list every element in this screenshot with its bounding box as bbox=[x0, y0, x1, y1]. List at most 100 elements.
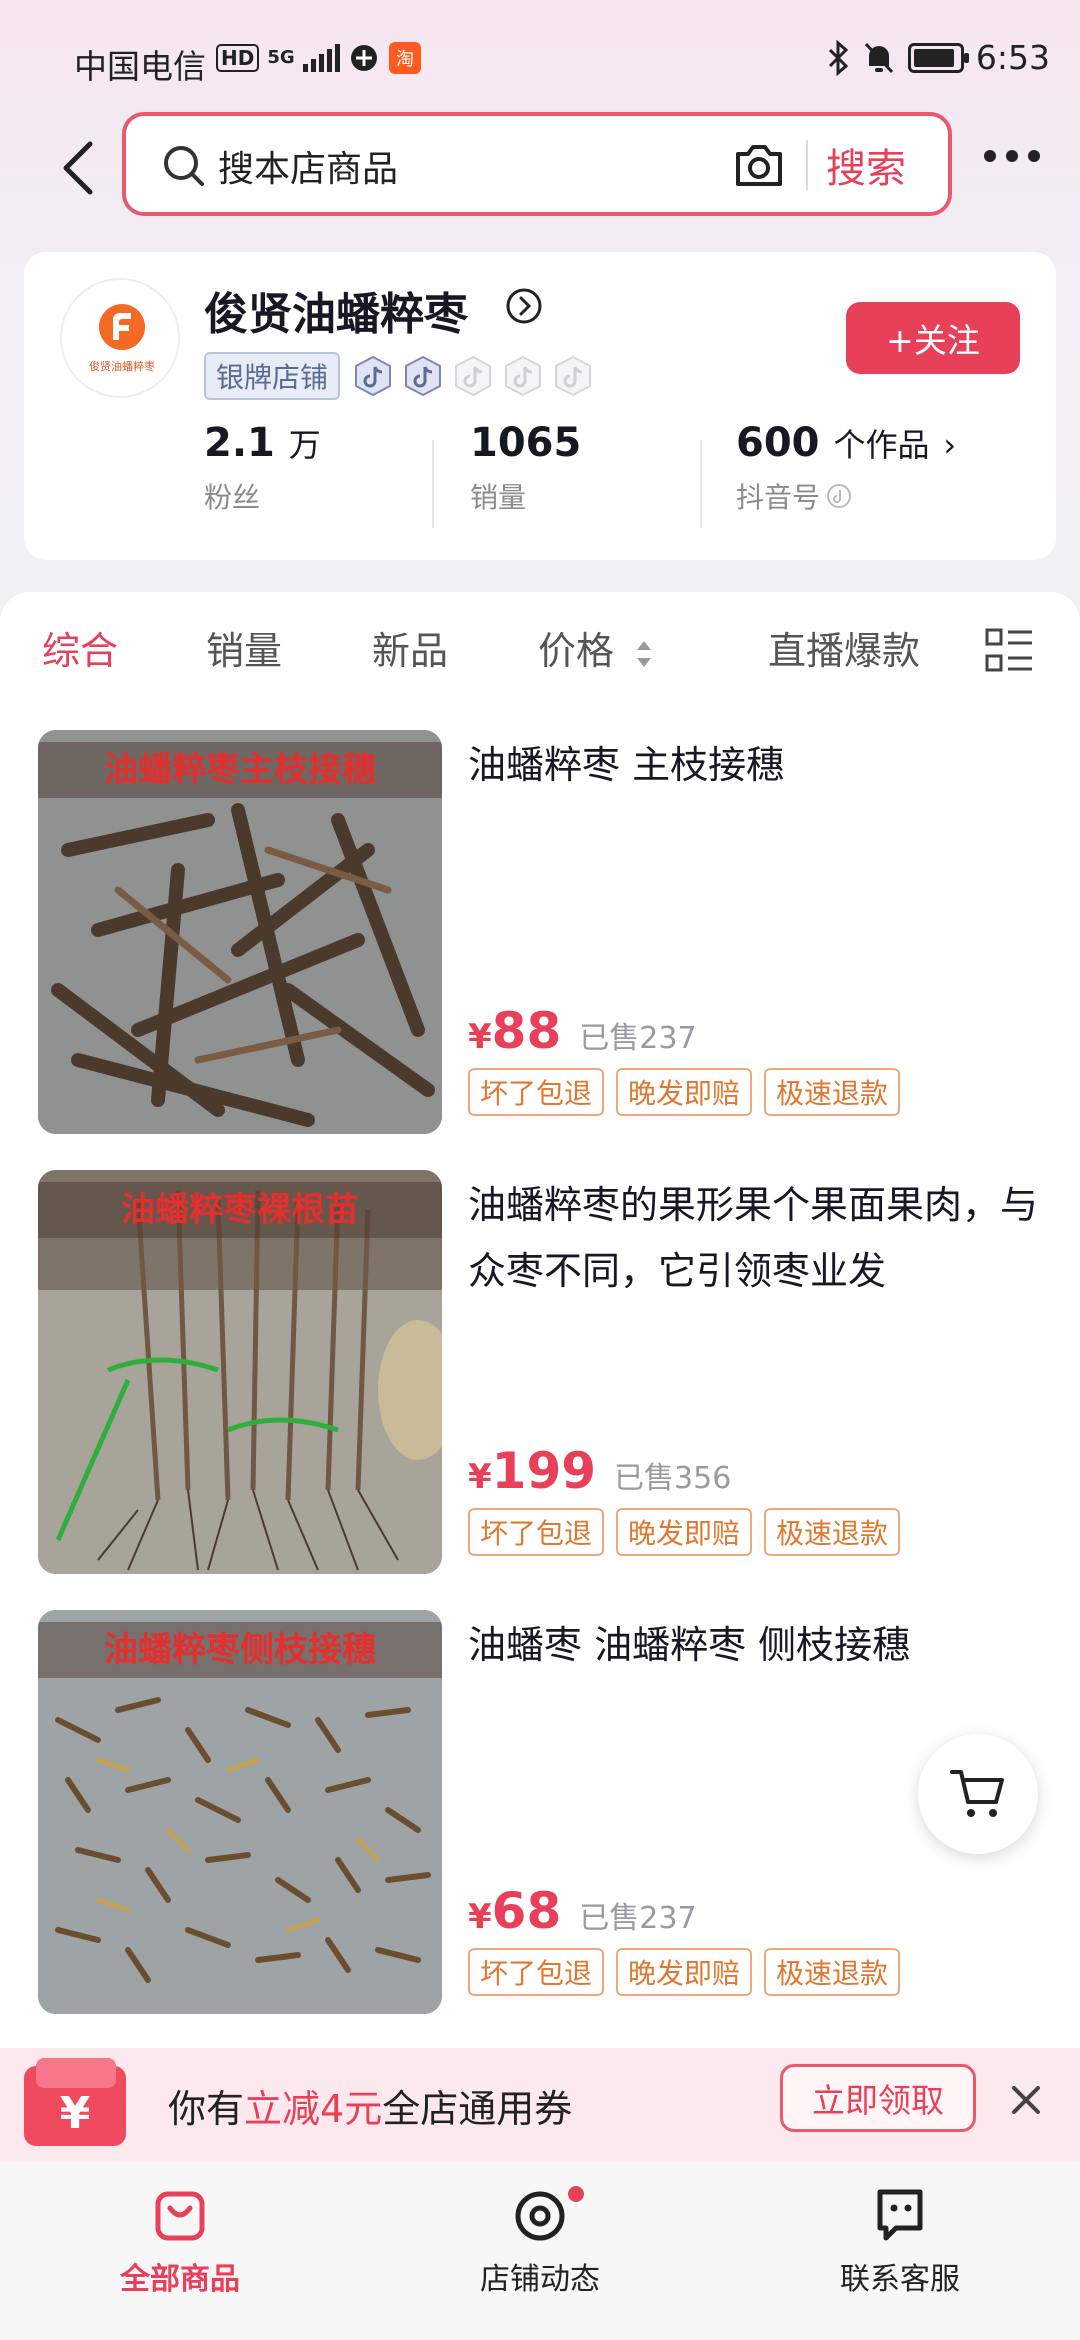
product-list-panel: 综合 销量 新品 价格 直播爆款 油蟠粹枣主枝接穗 油蟠粹枣 主枝接穗 ¥88 … bbox=[0, 592, 1080, 2052]
coupon-banner: ¥ 你有立减4元全店通用券 立即领取 bbox=[0, 2048, 1080, 2162]
claim-coupon-button[interactable]: 立即领取 bbox=[780, 2064, 976, 2132]
works-unit: 个作品 bbox=[833, 426, 930, 464]
close-icon[interactable] bbox=[1006, 2080, 1046, 2120]
shop-avatar[interactable]: 俊贤油蟠粹枣 bbox=[60, 278, 180, 398]
douyin-medal-empty-icon bbox=[455, 355, 492, 397]
product-price: ¥199 bbox=[468, 1442, 596, 1500]
cart-button[interactable] bbox=[918, 1734, 1038, 1854]
service-tags: 坏了包退 晚发即赔 极速退款 bbox=[468, 1068, 901, 1116]
price-value: 199 bbox=[491, 1442, 597, 1500]
search-bar[interactable]: 搜本店商品 搜索 bbox=[122, 112, 952, 216]
product-item[interactable]: 油蟠粹枣侧枝接穗 油蟠枣 油蟠粹枣 侧枝接穗 ¥68 已售237 坏了包退 晚发… bbox=[0, 1610, 1080, 2020]
nav-contact-service[interactable]: 联系客服 bbox=[780, 2184, 1020, 2298]
tag-return-if-broken: 坏了包退 bbox=[468, 1508, 605, 1556]
follow-button[interactable]: +关注 bbox=[846, 302, 1020, 374]
sales-label: 销量 bbox=[470, 481, 527, 514]
fans-value: 2.1 bbox=[204, 420, 275, 466]
svg-text:¥: ¥ bbox=[60, 2088, 91, 2139]
product-image[interactable]: 油蟠粹枣裸根苗 bbox=[38, 1170, 442, 1574]
search-input[interactable]: 搜本店商品 bbox=[218, 140, 398, 192]
tag-return-if-broken: 坏了包退 bbox=[468, 1068, 605, 1116]
back-arrow-icon[interactable] bbox=[54, 138, 104, 198]
price-value: 68 bbox=[491, 1882, 562, 1940]
product-item[interactable]: 油蟠粹枣裸根苗 油蟠粹枣的果形果个果面果肉，与众枣不同，它引领枣业发 ¥199 … bbox=[0, 1170, 1080, 1580]
product-title[interactable]: 油蟠枣 油蟠粹枣 侧枝接穗 bbox=[468, 1612, 1048, 1678]
coupon-suffix: 全店通用券 bbox=[382, 2087, 573, 2131]
nav-all-products-label: 全部商品 bbox=[120, 2262, 240, 2297]
tag-fast-refund: 极速退款 bbox=[764, 1068, 901, 1116]
tab-comprehensive[interactable]: 综合 bbox=[42, 620, 118, 675]
tag-fast-refund: 极速退款 bbox=[764, 1508, 901, 1556]
product-image-caption: 油蟠粹枣主枝接穗 bbox=[38, 742, 442, 798]
product-image[interactable]: 油蟠粹枣主枝接穗 bbox=[38, 730, 442, 1134]
product-image[interactable]: 油蟠粹枣侧枝接穗 bbox=[38, 1610, 442, 2014]
stat-divider bbox=[432, 440, 434, 528]
tab-price[interactable]: 价格 bbox=[538, 620, 654, 675]
nav-shop-updates-label: 店铺动态 bbox=[480, 2262, 600, 2297]
carrier-label: 中国电信 bbox=[74, 47, 206, 86]
hd-badge: HD bbox=[216, 44, 260, 72]
douyin-medal-icon bbox=[355, 355, 392, 397]
product-price: ¥88 bbox=[468, 1002, 561, 1060]
list-layout-icon[interactable] bbox=[984, 626, 1034, 676]
shop-badges: 银牌店铺 bbox=[204, 352, 594, 400]
shop-updates-icon bbox=[515, 2191, 565, 2241]
sold-count: 已售356 bbox=[614, 1461, 732, 1496]
taobao-icon: 淘 bbox=[388, 42, 421, 74]
product-title[interactable]: 油蟠粹枣 主枝接穗 bbox=[468, 732, 1048, 798]
shop-info-card: 俊贤油蟠粹枣 俊贤油蟠粹枣 银牌店铺 +关注 2.1 万 粉丝 1065 销量 … bbox=[24, 252, 1056, 560]
mute-bell-icon bbox=[864, 42, 893, 73]
product-image-caption: 油蟠粹枣侧枝接穗 bbox=[38, 1622, 442, 1678]
more-options-icon[interactable] bbox=[984, 150, 1040, 162]
signal-icon bbox=[302, 44, 340, 72]
fans-label: 粉丝 bbox=[204, 481, 261, 514]
chevron-right-icon: › bbox=[943, 426, 957, 464]
clock: 6:53 bbox=[975, 38, 1050, 77]
vpn-icon bbox=[350, 45, 377, 71]
tab-new[interactable]: 新品 bbox=[372, 620, 448, 675]
tab-live-hot[interactable]: 直播爆款 bbox=[768, 620, 920, 675]
sales-stat: 1065 销量 bbox=[470, 420, 581, 516]
search-divider bbox=[806, 140, 808, 190]
nav-shop-updates[interactable]: 店铺动态 bbox=[420, 2184, 660, 2298]
search-button[interactable]: 搜索 bbox=[826, 136, 906, 194]
shop-name[interactable]: 俊贤油蟠粹枣 bbox=[204, 278, 468, 342]
shopping-bag-icon bbox=[155, 2191, 205, 2241]
service-tags: 坏了包退 晚发即赔 极速退款 bbox=[468, 1508, 901, 1556]
shopping-cart-icon bbox=[950, 1770, 1004, 1817]
nav-all-products[interactable]: 全部商品 bbox=[60, 2184, 300, 2298]
douyin-small-icon bbox=[827, 484, 852, 508]
currency-symbol: ¥ bbox=[468, 1457, 492, 1497]
camera-icon[interactable] bbox=[732, 140, 786, 190]
fans-stat[interactable]: 2.1 万 粉丝 bbox=[204, 420, 321, 516]
tab-price-label: 价格 bbox=[538, 629, 615, 673]
sort-arrows-icon bbox=[637, 640, 652, 667]
svg-text:淘: 淘 bbox=[396, 49, 414, 70]
signal-indicators: HD 5G 淘 bbox=[216, 42, 422, 74]
notification-dot bbox=[566, 2184, 586, 2204]
product-price: ¥68 bbox=[468, 1882, 561, 1940]
sales-value: 1065 bbox=[470, 420, 582, 466]
bottom-navigation: 全部商品 店铺动态 联系客服 bbox=[0, 2162, 1080, 2340]
tag-return-if-broken: 坏了包退 bbox=[468, 1948, 605, 1996]
tab-sales[interactable]: 销量 bbox=[206, 620, 282, 675]
tag-late-ship-compensation: 晚发即赔 bbox=[616, 1508, 753, 1556]
status-bar: 中国电信 HD 5G 淘 6:53 bbox=[0, 0, 1080, 120]
product-title[interactable]: 油蟠粹枣的果形果个果面果肉，与众枣不同，它引领枣业发 bbox=[468, 1172, 1048, 1304]
chevron-right-circle-icon[interactable] bbox=[504, 286, 544, 326]
battery-icon bbox=[907, 42, 969, 73]
chat-service-icon bbox=[877, 2189, 923, 2241]
sort-tabs: 综合 销量 新品 价格 直播爆款 bbox=[0, 620, 1080, 690]
product-item[interactable]: 油蟠粹枣主枝接穗 油蟠粹枣 主枝接穗 ¥88 已售237 坏了包退 晚发即赔 极… bbox=[0, 730, 1080, 1140]
tag-late-ship-compensation: 晚发即赔 bbox=[616, 1948, 753, 1996]
product-image-caption: 油蟠粹枣裸根苗 bbox=[38, 1182, 442, 1238]
douyin-medal-empty-icon bbox=[505, 355, 542, 397]
shop-stats: 2.1 万 粉丝 1065 销量 600 个作品 › 抖音号 bbox=[24, 420, 1056, 540]
service-tags: 坏了包退 晚发即赔 极速退款 bbox=[468, 1948, 901, 1996]
works-label: 抖音号 bbox=[736, 481, 821, 514]
douyin-medal-icon bbox=[405, 355, 442, 397]
coupon-prefix: 你有 bbox=[168, 2087, 245, 2131]
fans-unit: 万 bbox=[288, 426, 321, 464]
works-stat[interactable]: 600 个作品 › 抖音号 bbox=[736, 420, 956, 516]
silver-shop-badge[interactable]: 银牌店铺 bbox=[204, 352, 341, 400]
